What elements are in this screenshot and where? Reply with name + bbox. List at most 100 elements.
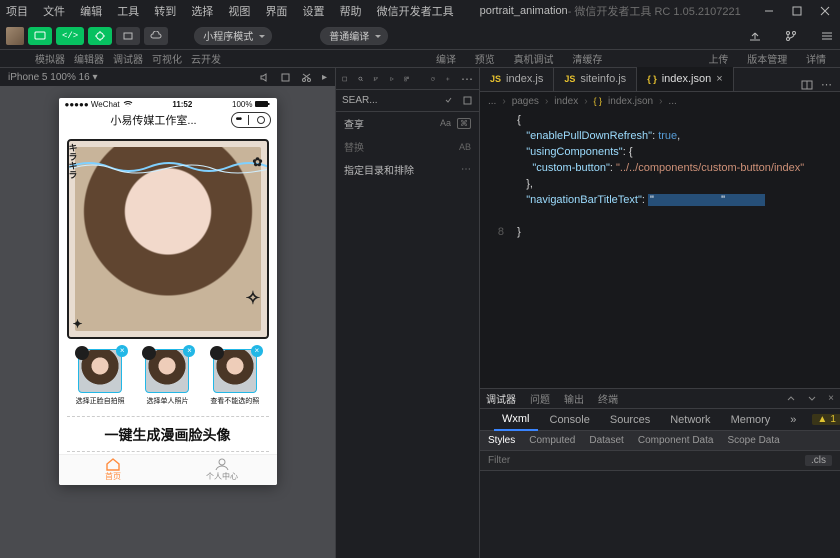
thumb-close-icon[interactable]: × bbox=[251, 345, 263, 357]
label-version: 版本管理 bbox=[747, 55, 787, 66]
thumb-close-icon[interactable]: × bbox=[183, 345, 195, 357]
ext-icon[interactable] bbox=[404, 72, 410, 86]
label-compile[interactable]: 编译 bbox=[436, 55, 456, 66]
tab-index-json[interactable]: { } index.json × bbox=[637, 67, 734, 91]
explorer-icon[interactable] bbox=[342, 72, 348, 86]
editor-more-icon[interactable]: ⋯ bbox=[821, 78, 832, 91]
dt-tab-output[interactable]: 输出 bbox=[564, 391, 584, 406]
sub-compdata[interactable]: Component Data bbox=[638, 435, 714, 446]
menu-view[interactable]: 视图 bbox=[228, 6, 250, 18]
ellipsis-icon[interactable]: ⋯ bbox=[461, 164, 471, 175]
debugger-toggle[interactable] bbox=[88, 27, 112, 45]
crumb[interactable]: pages bbox=[512, 96, 539, 107]
dt2-more[interactable]: » bbox=[782, 414, 804, 426]
dt-tab-debugger[interactable]: 调试器 bbox=[486, 391, 516, 406]
dt-down-icon[interactable] bbox=[807, 393, 818, 404]
sub-computed[interactable]: Computed bbox=[529, 435, 575, 446]
crumb[interactable]: ... bbox=[668, 96, 676, 107]
tab-close-icon[interactable]: × bbox=[716, 73, 722, 85]
warning-badge[interactable]: ▲1 bbox=[812, 414, 840, 425]
cls-toggle[interactable]: .cls bbox=[805, 455, 832, 466]
tab-profile[interactable]: 个人中心 bbox=[168, 455, 277, 485]
search-input[interactable]: SEAR... bbox=[342, 95, 378, 106]
mode-select[interactable]: 小程序模式 bbox=[194, 27, 272, 45]
debug-icon[interactable] bbox=[389, 72, 395, 86]
mute-icon[interactable] bbox=[259, 72, 270, 83]
thumb-close-icon[interactable]: × bbox=[116, 345, 128, 357]
sim-cut-icon[interactable] bbox=[301, 72, 312, 83]
split-icon[interactable] bbox=[801, 79, 813, 91]
battery-icon bbox=[255, 100, 271, 108]
menu-select[interactable]: 选择 bbox=[191, 6, 213, 18]
wifi-icon bbox=[123, 100, 133, 108]
simulator-toggle[interactable] bbox=[28, 27, 52, 45]
minimize-button[interactable] bbox=[764, 6, 774, 16]
crumb[interactable]: ... bbox=[488, 96, 496, 107]
collapse-icon[interactable] bbox=[445, 72, 451, 86]
visual-toggle[interactable] bbox=[116, 27, 140, 45]
sub-scope[interactable]: Scope Data bbox=[727, 435, 779, 446]
version-button[interactable] bbox=[784, 30, 798, 42]
filter-input[interactable]: Filter bbox=[488, 455, 510, 466]
close-button[interactable] bbox=[820, 6, 830, 16]
user-avatar[interactable] bbox=[6, 27, 24, 45]
dt2-network[interactable]: Network bbox=[662, 414, 718, 426]
clear-icon[interactable] bbox=[462, 95, 473, 106]
thumb-1[interactable]: ×选择正脸自拍照 bbox=[76, 349, 124, 406]
menu-wechat[interactable]: 微信开发者工具 bbox=[377, 6, 454, 18]
sub-dataset[interactable]: Dataset bbox=[589, 435, 623, 446]
details-button[interactable] bbox=[820, 30, 834, 42]
device-select[interactable]: iPhone 5 100% 16 ▾ bbox=[8, 72, 98, 83]
tab-home[interactable]: 首页 bbox=[59, 455, 168, 485]
compile-select[interactable]: 普通编译 bbox=[320, 27, 388, 45]
capsule-menu-icon[interactable]: ••• bbox=[236, 114, 241, 125]
tab-siteinfo-js[interactable]: JS siteinfo.js bbox=[554, 67, 637, 91]
dt-tab-problems[interactable]: 问题 bbox=[530, 391, 550, 406]
menu-help[interactable]: 帮助 bbox=[340, 6, 362, 18]
include-exclude[interactable]: 指定目录和排除 ⋯ bbox=[336, 158, 479, 181]
replace-row[interactable]: 替换 AB bbox=[336, 135, 479, 158]
sim-chevron-icon[interactable]: ▸ bbox=[322, 72, 327, 83]
editor-toggle[interactable]: </> bbox=[56, 27, 84, 45]
capsule-button[interactable]: ••• bbox=[231, 112, 271, 128]
upload-icon bbox=[748, 30, 762, 42]
git-icon[interactable] bbox=[373, 72, 379, 86]
search-icon[interactable] bbox=[358, 72, 364, 86]
code-editor[interactable]: { "enablePullDownRefresh": true, "usingC… bbox=[480, 110, 840, 388]
dt2-wxml[interactable]: Wxml bbox=[494, 409, 538, 431]
battery-label: 100% bbox=[232, 100, 252, 109]
maximize-button[interactable] bbox=[792, 6, 802, 16]
thumb-3[interactable]: ×查看不能选的照 bbox=[211, 349, 259, 406]
upload-button[interactable] bbox=[748, 30, 762, 42]
menu-ui[interactable]: 界面 bbox=[265, 6, 287, 18]
sub-styles[interactable]: Styles bbox=[488, 435, 515, 446]
tab-index-js[interactable]: JS index.js bbox=[480, 67, 554, 91]
label-preview[interactable]: 预览 bbox=[475, 55, 495, 66]
dt2-sources[interactable]: Sources bbox=[602, 414, 658, 426]
menu-file[interactable]: 文件 bbox=[43, 6, 65, 18]
home-icon bbox=[105, 457, 121, 471]
crumb[interactable]: index.json bbox=[608, 96, 653, 107]
dt2-console[interactable]: Console bbox=[542, 414, 598, 426]
replace-input[interactable]: 查享 Aa⌘ bbox=[336, 112, 479, 135]
more-icon[interactable]: ⋯ bbox=[461, 72, 473, 86]
label-clear[interactable]: 清缓存 bbox=[572, 55, 602, 66]
cloud-toggle[interactable] bbox=[144, 27, 168, 45]
menu-tools[interactable]: 工具 bbox=[117, 6, 139, 18]
thumb-2[interactable]: ×选择单人照片 bbox=[143, 349, 191, 406]
crumb[interactable]: index bbox=[554, 96, 578, 107]
dt-close-icon[interactable]: × bbox=[828, 393, 834, 404]
breadcrumbs[interactable]: ...› pages› index› { } index.json› ... bbox=[480, 92, 840, 110]
menu-goto[interactable]: 转到 bbox=[154, 6, 176, 18]
menu-settings[interactable]: 设置 bbox=[303, 6, 325, 18]
capsule-close-icon[interactable] bbox=[257, 116, 265, 124]
dt-tab-terminal[interactable]: 终端 bbox=[598, 391, 618, 406]
menu-project[interactable]: 项目 bbox=[6, 6, 28, 18]
dt-top-icon[interactable] bbox=[786, 393, 797, 404]
menu-edit[interactable]: 编辑 bbox=[80, 6, 102, 18]
label-remote[interactable]: 真机调试 bbox=[514, 55, 554, 66]
sim-more-icon[interactable] bbox=[280, 72, 291, 83]
expand-icon[interactable] bbox=[443, 95, 454, 106]
refresh-icon[interactable] bbox=[430, 72, 436, 86]
dt2-memory[interactable]: Memory bbox=[723, 414, 779, 426]
